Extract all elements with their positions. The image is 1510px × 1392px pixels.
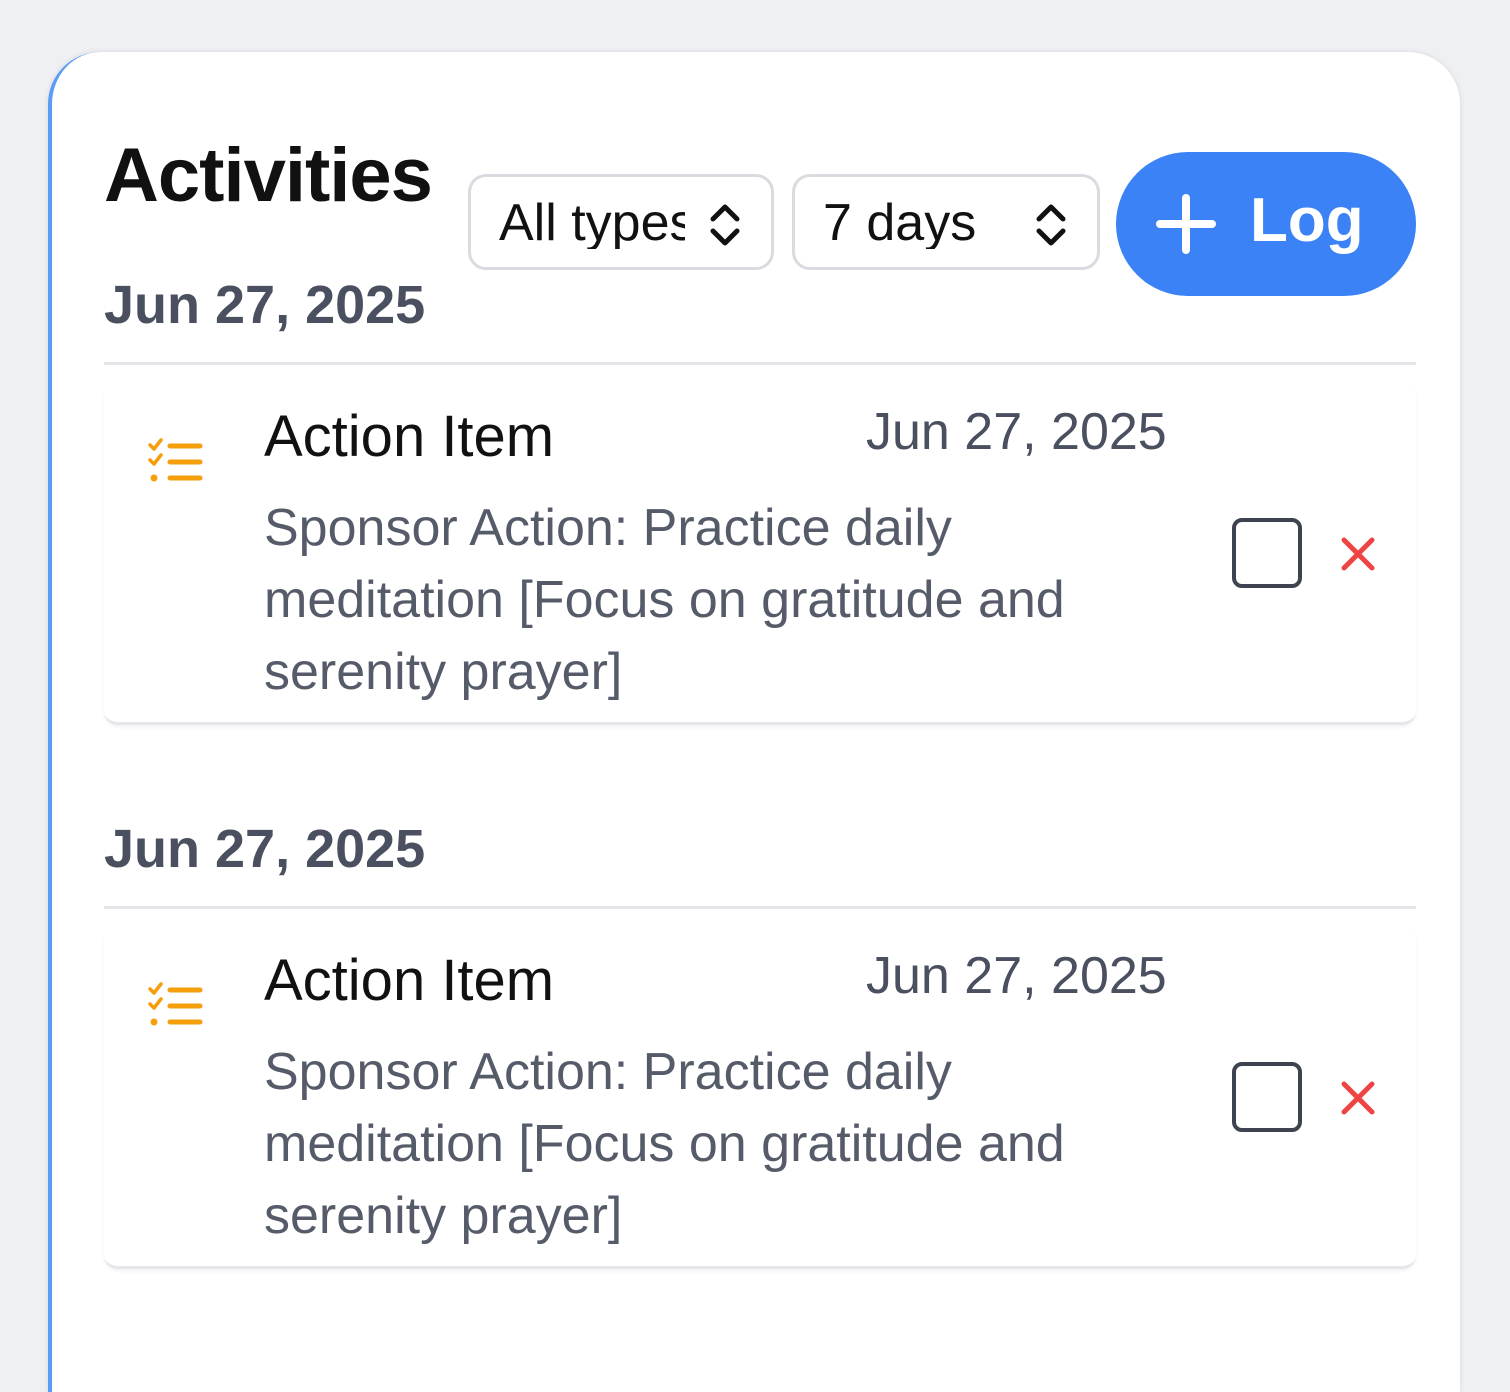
activity-type: Action Item (264, 948, 555, 1013)
divider (104, 362, 1416, 365)
checklist-icon (148, 982, 203, 1026)
delete-icon[interactable] (1340, 1080, 1376, 1116)
chevron-up-down-icon (1036, 204, 1066, 246)
complete-checkbox[interactable] (1232, 518, 1302, 588)
page-title: Activities (104, 133, 433, 218)
checklist-icon (148, 438, 203, 482)
activity-item[interactable]: Action Item Jun 27, 2025 Sponsor Action:… (104, 926, 1416, 1269)
activity-item[interactable]: Action Item Jun 27, 2025 Sponsor Action:… (104, 382, 1416, 725)
range-filter-select[interactable]: 7 days (792, 174, 1100, 270)
date-group-header: Jun 27, 2025 (104, 819, 426, 879)
activity-type: Action Item (264, 404, 555, 469)
log-activity-button[interactable]: Log (1116, 152, 1416, 296)
type-filter-value: All types (499, 197, 685, 249)
activity-date: Jun 27, 2025 (866, 947, 1167, 1005)
date-group-header: Jun 27, 2025 (104, 275, 426, 335)
activity-description: Sponsor Action: Practice daily meditatio… (264, 499, 1065, 701)
chevron-up-down-icon (710, 204, 740, 246)
activities-card: Activities All types 7 days Log Jun 27, … (48, 52, 1460, 1392)
complete-checkbox[interactable] (1232, 1062, 1302, 1132)
plus-icon (1156, 194, 1216, 254)
range-filter-value: 7 days (823, 197, 977, 249)
log-button-label: Log (1250, 186, 1364, 255)
activities-header: Activities All types 7 days Log (104, 100, 1424, 296)
activity-description: Sponsor Action: Practice daily meditatio… (264, 1043, 1065, 1245)
divider (104, 906, 1416, 909)
delete-icon[interactable] (1340, 536, 1376, 572)
activity-date: Jun 27, 2025 (866, 403, 1167, 461)
type-filter-select[interactable]: All types (468, 174, 774, 270)
